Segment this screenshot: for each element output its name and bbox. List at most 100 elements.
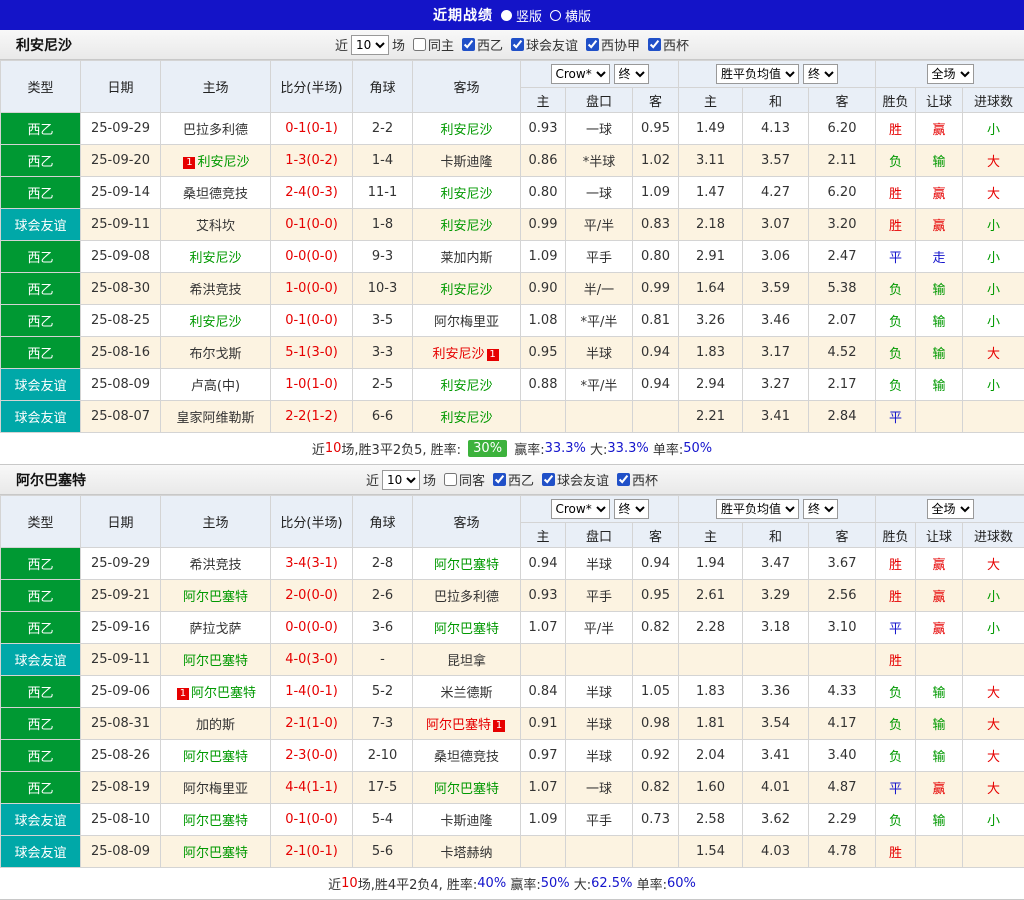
home-team[interactable]: 艾科坎 [196,219,235,234]
filter-checkbox-input[interactable] [493,473,506,486]
filter-checkbox[interactable]: 同客 [444,470,485,489]
avg-time-select[interactable]: 终 [803,64,838,84]
away-team[interactable]: 阿尔巴塞特 [434,622,499,637]
home-team[interactable]: 加的斯 [196,718,235,733]
away-team[interactable]: 阿尔巴塞特 [434,558,499,573]
subcol-6: 胜负 [876,88,916,113]
away-team[interactable]: 卡塔赫纳 [440,846,492,861]
away-team-cell: 卡斯迪隆 [413,145,521,177]
home-team[interactable]: 巴拉多利德 [183,123,248,138]
avg-time-select[interactable]: 终 [803,499,838,519]
league-type: 西乙 [1,676,81,708]
home-team[interactable]: 阿尔巴塞特 [183,590,248,605]
home-team[interactable]: 阿尔巴塞特 [183,846,248,861]
away-team[interactable]: 卡斯迪隆 [440,814,492,829]
home-team[interactable]: 利安尼沙 [189,315,241,330]
summary-segment: 近 [328,874,341,893]
away-team[interactable]: 阿尔巴塞特 [434,782,499,797]
away-team[interactable]: 利安尼沙 [440,187,492,202]
away-team[interactable]: 利安尼沙 [440,123,492,138]
corner-score: 6-6 [353,401,413,433]
away-team[interactable]: 米兰德斯 [440,686,492,701]
layout-vertical-radio[interactable]: 竖版 [501,6,542,25]
filter-checkbox[interactable]: 西协甲 [586,35,640,54]
filter-checkbox-input[interactable] [617,473,630,486]
bookmaker-select[interactable]: Crow* [551,64,610,84]
away-team[interactable]: 昆坦拿 [447,654,486,669]
away-team[interactable]: 利安尼沙 [440,411,492,426]
corner-score: 2-10 [353,740,413,772]
home-team[interactable]: 布尔戈斯 [189,347,241,362]
match-score: 5-1(3-0) [271,337,353,369]
odds-handicap: *平/半 [566,305,633,337]
odds-away: 0.73 [633,804,679,836]
result-wdl: 负 [876,337,916,369]
home-team[interactable]: 利安尼沙 [197,155,249,170]
odds-time-select[interactable]: 终 [614,499,649,519]
summary-segment: 大: [586,439,608,458]
away-team[interactable]: 阿尔巴塞特 [426,718,491,733]
home-team-cell: 艾科坎 [161,209,271,241]
filter-checkbox-input[interactable] [413,38,426,51]
home-team[interactable]: 阿尔巴塞特 [183,814,248,829]
avg-away: 3.40 [809,740,876,772]
recent-count-select[interactable]: 10 [351,35,389,55]
home-team[interactable]: 卢高(中) [191,379,240,394]
odds-time-select[interactable]: 终 [614,64,649,84]
away-team[interactable]: 莱加内斯 [440,251,492,266]
home-team[interactable]: 阿尔巴塞特 [183,654,248,669]
match-date: 25-08-30 [81,273,161,305]
scope-select[interactable]: 全场 [927,499,974,519]
summary-segment: 50% [541,876,570,891]
recent-count-select[interactable]: 10 [382,470,420,490]
col-corner: 角球 [353,496,413,548]
home-team[interactable]: 希洪竞技 [189,283,241,298]
scope-select[interactable]: 全场 [927,64,974,84]
corner-score: 2-6 [353,580,413,612]
home-team[interactable]: 利安尼沙 [189,251,241,266]
league-type: 西乙 [1,241,81,273]
home-team[interactable]: 萨拉戈萨 [189,622,241,637]
odds-handicap: 一球 [566,177,633,209]
filter-checkbox-input[interactable] [648,38,661,51]
avg-odds-select[interactable]: 胜平负均值 [716,499,799,519]
bookmaker-select[interactable]: Crow* [551,499,610,519]
filter-checkbox[interactable]: 球会友谊 [542,470,609,489]
away-team[interactable]: 利安尼沙 [440,219,492,234]
filter-checkbox-input[interactable] [511,38,524,51]
layout-horizontal-radio[interactable]: 横版 [550,6,591,25]
home-team[interactable]: 希洪竞技 [189,558,241,573]
filter-checkbox[interactable]: 西乙 [462,35,503,54]
away-team[interactable]: 利安尼沙 [440,379,492,394]
odds-away: 0.98 [633,708,679,740]
match-row: 西乙25-09-14桑坦德竞技2-4(0-3)11-1利安尼沙0.80一球1.0… [1,177,1024,209]
filter-checkbox[interactable]: 西乙 [493,470,534,489]
match-date: 25-09-16 [81,612,161,644]
away-team[interactable]: 卡斯迪隆 [440,155,492,170]
filter-checkbox-input[interactable] [462,38,475,51]
home-team[interactable]: 皇家阿维勒斯 [176,411,254,426]
match-score: 0-1(0-1) [271,113,353,145]
away-team[interactable]: 利安尼沙 [440,283,492,298]
home-team[interactable]: 阿尔巴塞特 [183,750,248,765]
home-team[interactable]: 阿尔梅里亚 [183,782,248,797]
filter-checkbox[interactable]: 西杯 [648,35,689,54]
corner-score: 2-8 [353,548,413,580]
away-team[interactable]: 利安尼沙 [432,347,484,362]
avg-odds-select[interactable]: 胜平负均值 [716,64,799,84]
home-team[interactable]: 桑坦德竞技 [183,187,248,202]
filter-checkbox[interactable]: 西杯 [617,470,658,489]
filter-checkbox-input[interactable] [586,38,599,51]
filter-checkbox[interactable]: 球会友谊 [511,35,578,54]
filter-checkbox-input[interactable] [542,473,555,486]
away-team[interactable]: 桑坦德竞技 [434,750,499,765]
avg-away: 2.84 [809,401,876,433]
away-team[interactable]: 巴拉多利德 [434,590,499,605]
filter-checkbox-input[interactable] [444,473,457,486]
filter-checkbox[interactable]: 同主 [413,35,454,54]
home-team[interactable]: 阿尔巴塞特 [191,686,256,701]
home-team-cell: 巴拉多利德 [161,113,271,145]
avg-draw: 3.59 [743,273,809,305]
away-team[interactable]: 阿尔梅里亚 [434,315,499,330]
match-date: 25-09-11 [81,644,161,676]
